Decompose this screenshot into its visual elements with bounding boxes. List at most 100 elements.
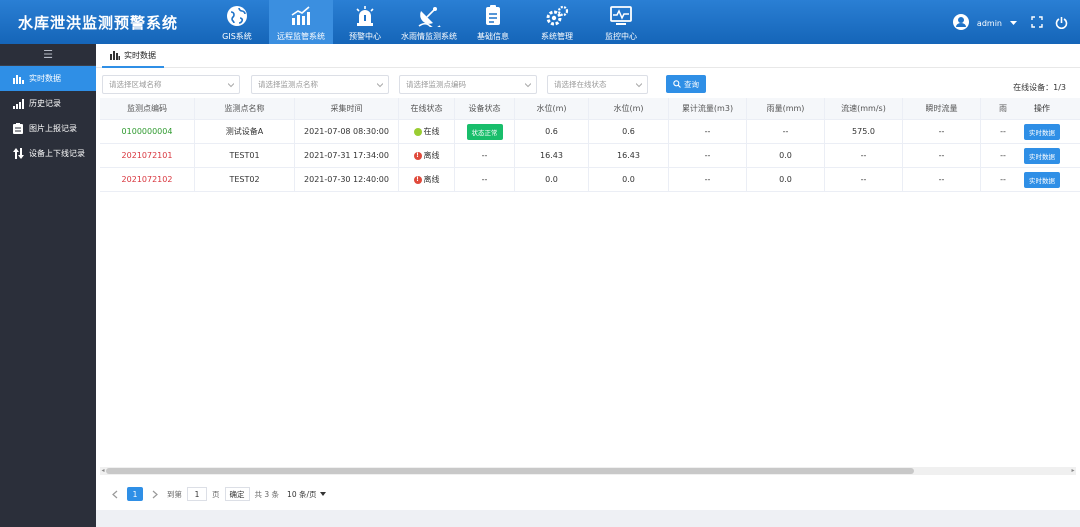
col-header[interactable]: 在线状态 [399,98,455,119]
col-header[interactable]: 流速(mm/s) [825,98,903,119]
realtime-data-button[interactable]: 实时数据 [1024,123,1060,140]
clipboard-icon [12,123,24,135]
nav-monitor-center[interactable]: 监控中心 [589,0,653,44]
nav-gis[interactable]: GIS系统 [205,0,269,44]
filter-bar: 请选择区域名称 请选择监测点名称 请选择监测点编码 请选择在线状态 查询 在线设… [102,75,1072,95]
document-icon [480,4,506,28]
globe-icon [224,4,250,28]
current-page[interactable]: 1 [127,487,143,501]
cell-name: 测试设备A [195,120,295,143]
cell-time: 2021-07-08 08:30:00 [295,120,399,143]
col-header[interactable]: 监测点编码 [100,98,195,119]
online-status: ! 离线 [413,150,440,161]
chevron-down-icon [228,83,234,88]
table-row: 2021072102 TEST02 2021-07-30 12:40:00! 离线 --… [100,168,1080,192]
table-body: 0100000004 测试设备A 2021-07-08 08:30:00 在线 状态正常… [100,120,1080,192]
point-name-select[interactable]: 请选择监测点名称 [251,75,389,94]
goto-page-input[interactable]: 1 [187,487,207,501]
nav-alert-center[interactable]: 预警中心 [333,0,397,44]
offline-alert-icon: ! [413,151,422,160]
chevron-down-icon [636,83,642,88]
nav-label: 预警中心 [349,32,381,41]
chevron-down-icon [525,83,531,88]
page-unit: 页 [212,489,220,499]
cell-speed: -- [825,144,903,167]
user-avatar-icon[interactable] [952,14,969,32]
online-status-text: 在线 [423,127,440,136]
cell-name: TEST02 [195,168,295,191]
cell-speed: 575.0 [825,120,903,143]
search-icon [673,80,681,88]
table-header-row: 监测点编码 监测点名称 采集时间 在线状态 设备状态 水位(m) 水位(m) 累… [100,98,1080,120]
offline-alert-icon: ! [413,175,422,184]
cell-wl1: 0.6 [515,120,589,143]
horizontal-scrollbar[interactable]: ◂ ▸ [100,467,1076,475]
header-actions: admin [952,14,1068,32]
col-header[interactable]: 水位(m) [589,98,669,119]
tab-realtime[interactable]: 实时数据 [102,44,164,68]
nav-system-admin[interactable]: 系统管理 [525,0,589,44]
page-size-select[interactable]: 10 条/页 [284,487,328,501]
power-icon[interactable] [1055,16,1068,31]
cell-code: 2021072101 [100,144,195,167]
scrollbar-thumb[interactable] [106,468,914,474]
col-header[interactable]: 设备状态 [455,98,515,119]
sidebar-item-image-reports[interactable]: 图片上报记录 [0,116,96,141]
col-header[interactable]: 水位(m) [515,98,589,119]
sidebar-item-label: 实时数据 [29,74,61,83]
cell-rain: -- [747,120,825,143]
point-code-select[interactable]: 请选择监测点编码 [399,75,537,94]
chevron-down-icon [319,492,326,496]
col-header[interactable]: 采集时间 [295,98,399,119]
cell-flow-total: -- [669,144,747,167]
cell-wl2: 16.43 [589,144,669,167]
cell-wl1: 16.43 [515,144,589,167]
nav-basic-info[interactable]: 基础信息 [461,0,525,44]
online-status-placeholder: 请选择在线状态 [554,80,607,89]
goto-confirm-button[interactable]: 确定 [224,487,250,501]
pagination: 1 到第 1 页 确定 共 3 条 10 条/页 [108,486,329,502]
fullscreen-icon[interactable] [1031,16,1043,30]
sidebar-item-history[interactable]: 历史记录 [0,91,96,116]
prev-page-icon[interactable] [108,487,122,501]
search-button[interactable]: 查询 [666,75,706,93]
col-header[interactable]: 雨量(mm) [747,98,825,119]
realtime-data-table: 监测点编码 监测点名称 采集时间 在线状态 设备状态 水位(m) 水位(m) 累… [100,98,1080,192]
col-header[interactable]: 累计流量(m3) [669,98,747,119]
col-header[interactable]: 瞬时流量 [903,98,981,119]
search-button-label: 查询 [684,79,699,89]
sidebar-item-realtime[interactable]: 实时数据 [0,66,96,91]
point-code-placeholder: 请选择监测点编码 [406,80,466,89]
sidebar: ☰ 实时数据 历史记录 图片上报记录 设备上下线记录 [0,44,96,527]
cell-flow-inst: -- [903,168,981,191]
monitor-icon [608,4,634,28]
col-header[interactable]: 监测点名称 [195,98,295,119]
cell-wl2: 0.6 [589,120,669,143]
footer-bar [96,510,1080,527]
page-size-value: 10 条/页 [287,489,317,499]
realtime-data-button[interactable]: 实时数据 [1024,147,1060,164]
cell-device: 状态正常 [455,120,515,143]
sidebar-item-device-online-log[interactable]: 设备上下线记录 [0,141,96,166]
cell-online: ! 离线 [399,144,455,167]
online-status-select[interactable]: 请选择在线状态 [547,75,648,94]
online-dot-icon [413,127,422,136]
device-status-badge: 状态正常 [466,123,503,140]
user-name[interactable]: admin [977,19,1002,28]
menu-toggle-icon[interactable]: ☰ [0,44,96,66]
nav-hydrology[interactable]: 水雨情监测系统 [397,0,461,44]
area-select-placeholder: 请选择区域名称 [109,80,162,89]
main-content: 实时数据 请选择区域名称 请选择监测点名称 请选择监测点编码 请选择在线状态 查… [96,44,1080,527]
cell-time: 2021-07-31 17:34:00 [295,144,399,167]
next-page-icon[interactable] [148,487,162,501]
chevron-down-icon[interactable] [1010,19,1017,28]
realtime-data-button[interactable]: 实时数据 [1024,171,1060,188]
cell-code: 0100000004 [100,120,195,143]
scroll-right-icon[interactable]: ▸ [1070,467,1076,475]
sort-arrows-icon [12,148,24,160]
signal-icon [12,98,24,110]
cell-online: 在线 [399,120,455,143]
nav-remote-monitoring[interactable]: 远程监管系统 [269,0,333,44]
online-status: ! 离线 [413,174,440,185]
area-select[interactable]: 请选择区域名称 [102,75,240,94]
